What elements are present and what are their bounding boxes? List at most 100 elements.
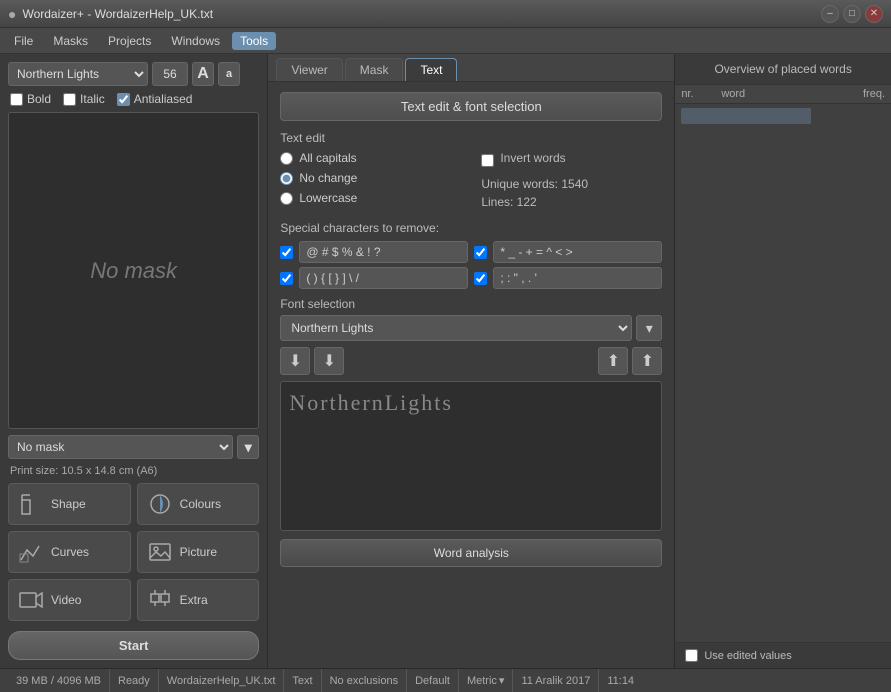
tool-extra-label: Extra bbox=[180, 593, 208, 607]
mask-select-row: No mask ▾ bbox=[8, 435, 259, 459]
special-field-1-right[interactable] bbox=[493, 241, 662, 263]
start-button[interactable]: Start bbox=[8, 631, 259, 660]
status-ready: Ready bbox=[110, 669, 159, 692]
tool-video[interactable]: Video bbox=[8, 579, 131, 621]
tool-extra[interactable]: Extra bbox=[137, 579, 260, 621]
radio-all-capitals[interactable]: All capitals bbox=[280, 151, 461, 165]
mode-text: Text bbox=[292, 675, 312, 687]
invert-words-checkbox[interactable] bbox=[481, 154, 494, 167]
menu-file[interactable]: File bbox=[6, 32, 41, 50]
arrow-down-2[interactable]: ⬇ bbox=[314, 347, 344, 375]
antialiased-label: Antialiased bbox=[134, 92, 193, 106]
tool-shape-label: Shape bbox=[51, 497, 86, 511]
antialiased-checkbox[interactable] bbox=[117, 93, 130, 106]
lines-info: Lines: 122 bbox=[481, 195, 662, 209]
special-check-1-left[interactable] bbox=[280, 246, 293, 259]
units-dropdown-icon[interactable]: ▾ bbox=[499, 674, 505, 687]
tool-picture-label: Picture bbox=[180, 545, 217, 559]
tab-viewer[interactable]: Viewer bbox=[276, 58, 342, 81]
special-chars-label: Special characters to remove: bbox=[280, 221, 662, 235]
special-check-2-left[interactable] bbox=[280, 272, 293, 285]
mask-select[interactable]: No mask bbox=[8, 435, 233, 459]
font-dropdown-btn[interactable]: ▾ bbox=[636, 315, 662, 341]
colours-icon bbox=[146, 490, 174, 518]
menu-tools[interactable]: Tools bbox=[232, 32, 276, 50]
main-layout: Northern Lights A a Bold Italic Antialia… bbox=[0, 54, 891, 668]
tab-text[interactable]: Text bbox=[405, 58, 457, 81]
text-edit-section-label: Text edit bbox=[280, 131, 662, 145]
special-row-2 bbox=[280, 267, 662, 289]
radio-no-change[interactable]: No change bbox=[280, 171, 461, 185]
arrow-up-1[interactable]: ⬆ bbox=[598, 347, 628, 375]
radio-lowercase[interactable]: Lowercase bbox=[280, 191, 461, 205]
print-size: Print size: 10.5 x 14.8 cm (A6) bbox=[8, 465, 259, 477]
font-size-large-btn[interactable]: A bbox=[192, 62, 214, 86]
special-field-2-left[interactable] bbox=[299, 267, 468, 289]
all-capitals-label: All capitals bbox=[299, 151, 356, 165]
picture-icon bbox=[146, 538, 174, 566]
font-big-select[interactable]: Northern Lights bbox=[280, 315, 632, 341]
menu-projects[interactable]: Projects bbox=[100, 32, 159, 50]
word-analysis-button[interactable]: Word analysis bbox=[280, 539, 662, 567]
menu-bar: File Masks Projects Windows Tools bbox=[0, 28, 891, 54]
profile-text: Default bbox=[415, 675, 450, 687]
bold-checkbox[interactable] bbox=[10, 93, 23, 106]
mask-select-arrow[interactable]: ▾ bbox=[237, 435, 259, 459]
status-mode: Text bbox=[284, 669, 321, 692]
font-size-small-btn[interactable]: a bbox=[218, 62, 240, 86]
left-panel: Northern Lights A a Bold Italic Antialia… bbox=[0, 54, 268, 668]
special-field-1-left[interactable] bbox=[299, 241, 468, 263]
overview-header: Overview of placed words bbox=[675, 54, 891, 85]
filename-text: WordaizerHelp_UK.txt bbox=[167, 675, 276, 687]
tool-picture[interactable]: Picture bbox=[137, 531, 260, 573]
ready-text: Ready bbox=[118, 675, 150, 687]
menu-windows[interactable]: Windows bbox=[163, 32, 228, 50]
special-check-2-right[interactable] bbox=[474, 272, 487, 285]
font-size-input[interactable] bbox=[152, 62, 188, 86]
use-edited-row: Use edited values bbox=[675, 642, 891, 668]
units-text: Metric bbox=[467, 675, 497, 687]
lowercase-label: Lowercase bbox=[299, 191, 357, 205]
date-text: 11 Aralik 2017 bbox=[521, 675, 590, 687]
italic-option[interactable]: Italic bbox=[63, 92, 105, 106]
status-time: 11:14 bbox=[599, 669, 642, 692]
memory-text: 39 MB / 4096 MB bbox=[16, 675, 101, 687]
special-field-2-right[interactable] bbox=[493, 267, 662, 289]
no-change-label: No change bbox=[299, 171, 357, 185]
italic-label: Italic bbox=[80, 92, 105, 106]
tool-curves-label: Curves bbox=[51, 545, 89, 559]
use-edited-checkbox[interactable] bbox=[685, 649, 698, 662]
tool-curves[interactable]: Curves bbox=[8, 531, 131, 573]
status-units: Metric ▾ bbox=[459, 669, 513, 692]
tool-shape[interactable]: Shape bbox=[8, 483, 131, 525]
arrow-up-2[interactable]: ⬆ bbox=[632, 347, 662, 375]
menu-masks[interactable]: Masks bbox=[45, 32, 96, 50]
font-selection-label: Font selection bbox=[280, 297, 662, 311]
col-freq: freq. bbox=[863, 88, 885, 100]
font-preview: NorthernLights bbox=[280, 381, 662, 531]
minimize-button[interactable]: – bbox=[821, 5, 839, 23]
font-select[interactable]: Northern Lights bbox=[8, 62, 148, 86]
right-panel: Overview of placed words nr. word freq. … bbox=[675, 54, 891, 668]
shape-icon bbox=[17, 490, 45, 518]
font-arrows-row: ⬇ ⬇ ⬆ ⬆ bbox=[280, 347, 662, 375]
italic-checkbox[interactable] bbox=[63, 93, 76, 106]
maximize-button[interactable]: □ bbox=[843, 5, 861, 23]
window-title: Wordaizer+ - WordaizerHelp_UK.txt bbox=[22, 7, 213, 21]
tab-content-text: Text edit & font selection Text edit All… bbox=[268, 82, 674, 668]
font-select-row: Northern Lights ▾ bbox=[280, 315, 662, 341]
tab-mask[interactable]: Mask bbox=[345, 58, 404, 81]
close-button[interactable]: ✕ bbox=[865, 5, 883, 23]
bold-option[interactable]: Bold bbox=[10, 92, 51, 106]
arrow-down-1[interactable]: ⬇ bbox=[280, 347, 310, 375]
tool-colours[interactable]: Colours bbox=[137, 483, 260, 525]
curves-icon bbox=[17, 538, 45, 566]
time-text: 11:14 bbox=[607, 675, 634, 687]
antialiased-option[interactable]: Antialiased bbox=[117, 92, 193, 106]
special-check-1-right[interactable] bbox=[474, 246, 487, 259]
center-panel: Viewer Mask Text Text edit & font select… bbox=[268, 54, 675, 668]
special-row-1 bbox=[280, 241, 662, 263]
font-preview-text: NorthernLights bbox=[289, 390, 453, 416]
tool-colours-label: Colours bbox=[180, 497, 221, 511]
status-filename: WordaizerHelp_UK.txt bbox=[159, 669, 285, 692]
